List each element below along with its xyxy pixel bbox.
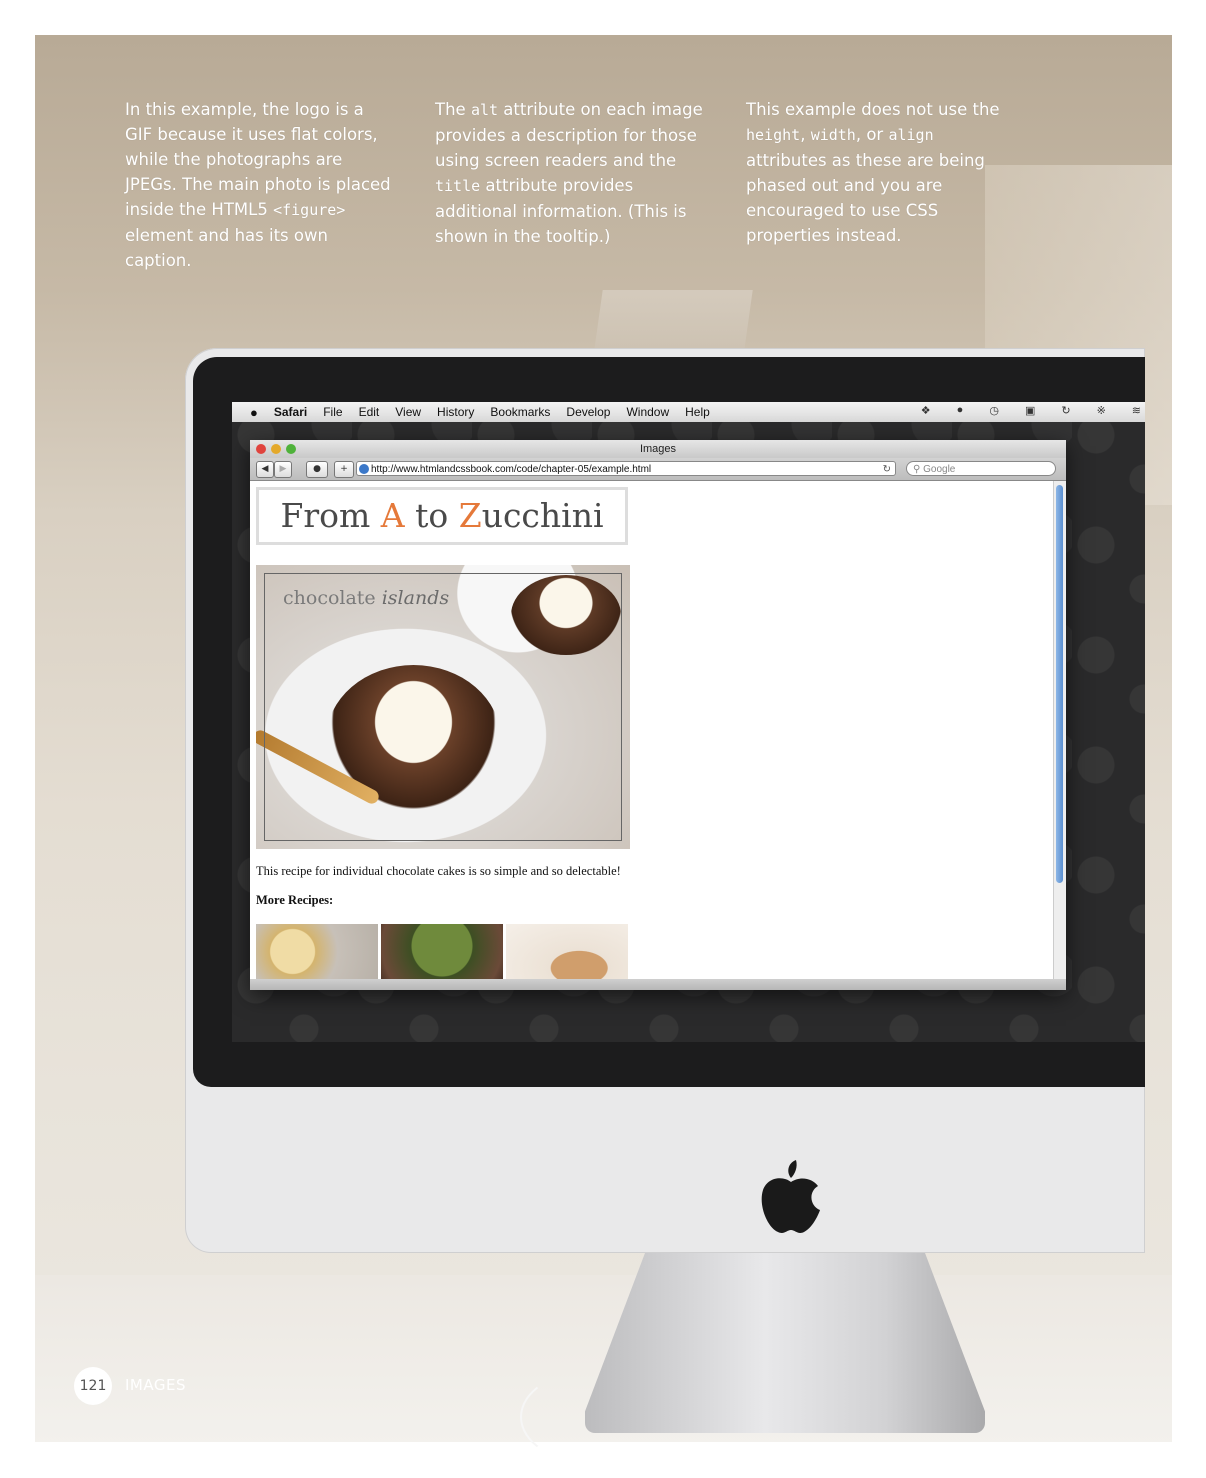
apple-logo-icon xyxy=(761,1160,820,1233)
address-url: http://www.htmlandcssbook.com/code/chapt… xyxy=(371,464,652,475)
menu-bookmarks[interactable]: Bookmarks xyxy=(490,405,550,419)
menu-help[interactable]: Help xyxy=(685,405,710,419)
recipe-thumbnail-cookie[interactable] xyxy=(506,924,628,979)
imac-screen: ● Safari File Edit View History Bookmark… xyxy=(232,402,1145,1042)
browser-toolbar: ◀ ▶ ● + http://www.htmlandcssbook.com/co… xyxy=(250,458,1066,481)
logo-letter-z: Z xyxy=(458,496,482,535)
apple-menu-icon[interactable]: ● xyxy=(250,405,258,420)
section-title: IMAGES xyxy=(125,1376,186,1394)
note-column-1: In this example, the logo is a GIF becau… xyxy=(125,100,391,270)
logo-letter-a: A xyxy=(380,496,405,535)
menu-safari[interactable]: Safari xyxy=(274,405,307,419)
reload-icon[interactable]: ↻ xyxy=(883,462,891,477)
figure-caption: This recipe for individual chocolate cak… xyxy=(256,864,621,878)
hero-title-word: chocolate xyxy=(283,587,376,609)
menu-history[interactable]: History xyxy=(437,405,474,419)
page-content: From A to Zucchini chocolate islands Thi… xyxy=(250,481,1054,979)
recipe-thumbnail-soup[interactable] xyxy=(256,924,378,979)
forward-button[interactable]: ▶ xyxy=(274,461,292,478)
vertical-scrollbar[interactable] xyxy=(1053,481,1066,979)
safari-window: Images ◀ ▶ ● + http://www.htmlandcssbook… xyxy=(250,440,1066,990)
hero-figure-image: chocolate islands xyxy=(256,565,630,849)
note-column-3: This example does not use the height, wi… xyxy=(746,100,1000,245)
power-cable xyxy=(520,1370,664,1464)
close-button[interactable] xyxy=(256,444,266,454)
search-icon: ⚲ xyxy=(913,464,921,475)
menubar-tray: ❖ ● ◷ ▣ ↻ ※ ≋ xyxy=(905,404,1141,417)
page-number: 121 xyxy=(74,1367,112,1405)
logo-text-2: to xyxy=(404,496,459,535)
menu-edit[interactable]: Edit xyxy=(359,405,380,419)
search-field[interactable]: ⚲ Google xyxy=(906,461,1056,476)
hero-title-script: islands xyxy=(381,587,450,609)
minimize-button[interactable] xyxy=(271,444,281,454)
more-recipes-heading: More Recipes: xyxy=(256,893,334,907)
display-icon[interactable]: ▣ xyxy=(1025,404,1035,417)
search-placeholder: Google xyxy=(923,464,956,475)
image-frame xyxy=(264,573,622,841)
site-logo: From A to Zucchini xyxy=(256,487,628,545)
address-bar[interactable]: http://www.htmlandcssbook.com/code/chapt… xyxy=(356,461,896,476)
hero-title: chocolate islands xyxy=(283,587,449,609)
logo-text-1: From xyxy=(280,496,381,535)
menu-develop[interactable]: Develop xyxy=(566,405,610,419)
recipe-thumbnail-sprouts[interactable] xyxy=(381,924,503,979)
wifi-icon[interactable]: ≋ xyxy=(1132,404,1141,417)
menu-view[interactable]: View xyxy=(395,405,421,419)
menu-window[interactable]: Window xyxy=(626,405,669,419)
globe-icon xyxy=(359,464,369,474)
window-titlebar: Images xyxy=(250,440,1066,458)
note-column-2: The alt attribute on each image provides… xyxy=(435,100,703,246)
menu-file[interactable]: File xyxy=(323,405,342,419)
zoom-button[interactable] xyxy=(286,444,296,454)
back-button[interactable]: ◀ xyxy=(256,461,274,478)
sync-icon[interactable]: ↻ xyxy=(1061,404,1070,417)
add-bookmark-button[interactable]: + xyxy=(334,461,354,478)
bluetooth-icon[interactable]: ※ xyxy=(1097,404,1106,417)
window-controls xyxy=(256,444,296,454)
status-bar xyxy=(250,979,1066,990)
mac-menubar: ● Safari File Edit View History Bookmark… xyxy=(232,402,1145,422)
time-machine-icon[interactable]: ◷ xyxy=(989,404,999,417)
recipe-thumbnails xyxy=(256,924,628,979)
dropbox-icon[interactable]: ❖ xyxy=(921,404,931,417)
evernote-icon[interactable]: ● xyxy=(957,404,964,417)
logo-text-3: ucchini xyxy=(481,496,604,535)
window-title: Images xyxy=(639,443,677,455)
evernote-clip-button[interactable]: ● xyxy=(306,461,328,478)
scrollbar-thumb[interactable] xyxy=(1056,485,1063,883)
